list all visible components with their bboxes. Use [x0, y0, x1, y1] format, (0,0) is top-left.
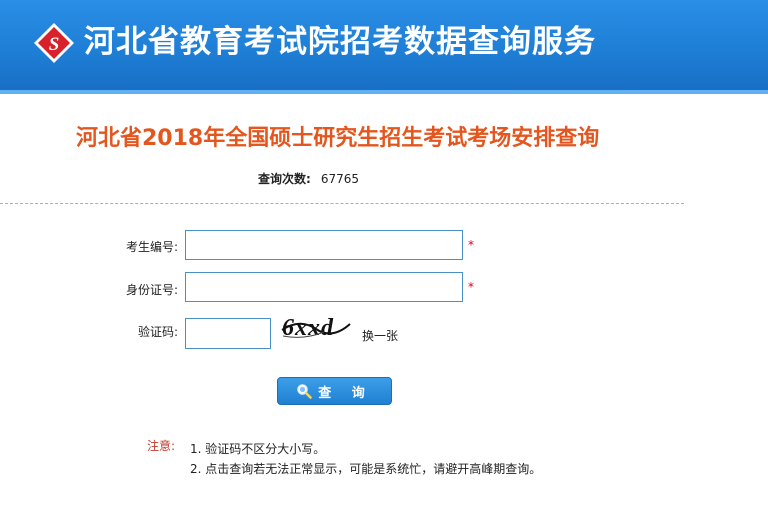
page-title: 河北省2018年全国硕士研究生招生考试考场安排查询 [76, 126, 600, 151]
exam-number-required-mark: * [468, 238, 474, 252]
id-number-required-mark: * [468, 280, 474, 294]
query-counter: 查询次数: 67765 [258, 170, 359, 187]
header-divider [0, 90, 768, 94]
exam-number-label: 考生编号: [125, 240, 178, 254]
note-item: 2. 点击查询若无法正常显示，可能是系统忙，请避开高峰期查询。 [190, 462, 542, 476]
magnifier-icon [297, 384, 312, 399]
captcha-label: 验证码: [137, 325, 178, 339]
svg-text:S: S [49, 34, 60, 55]
notes-label: 注意: [147, 439, 176, 453]
query-button-label: 查 询 [318, 385, 373, 401]
query-counter-value: 67765 [320, 172, 359, 186]
note-item: 1. 验证码不区分大小写。 [190, 442, 326, 456]
query-button[interactable]: 查 询 [277, 377, 392, 405]
exam-number-input[interactable] [185, 230, 463, 260]
captcha-refresh-link[interactable]: 换一张 [362, 327, 398, 344]
id-number-input[interactable] [185, 272, 463, 302]
query-counter-label: 查询次数: [258, 172, 311, 186]
site-title: 河北省教育考试院招考数据查询服务 [84, 24, 596, 60]
id-number-label: 身份证号: [125, 283, 178, 297]
captcha-image[interactable]: 6xxd [280, 312, 352, 342]
exam-authority-logo-icon: S [34, 23, 74, 63]
section-divider [0, 203, 684, 204]
captcha-input[interactable] [185, 318, 271, 349]
